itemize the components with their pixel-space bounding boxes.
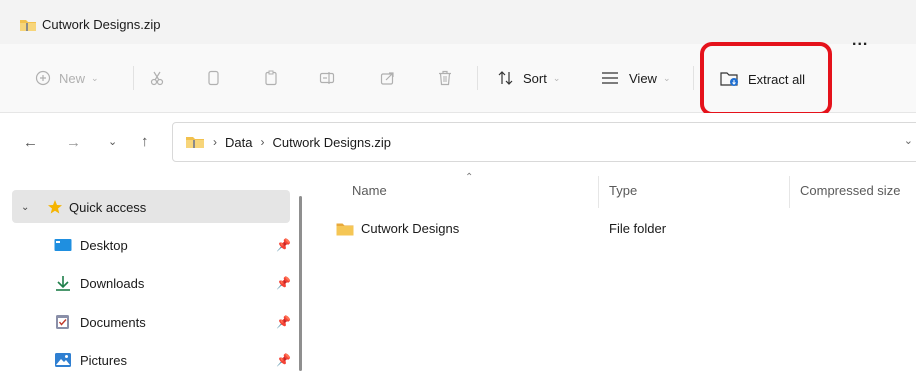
- rename-icon: [319, 72, 335, 84]
- title-bar: Cutwork Designs.zip: [0, 0, 916, 44]
- file-list: [305, 170, 916, 371]
- column-header-type[interactable]: Type: [609, 183, 637, 198]
- download-icon: [56, 276, 70, 291]
- new-label: New: [59, 70, 86, 86]
- recent-locations-chevron-icon[interactable]: ⌄: [108, 135, 117, 148]
- more-label: ...: [852, 32, 869, 49]
- sort-button[interactable]: Sort ⌄: [497, 44, 560, 112]
- more-options-button[interactable]: ...: [852, 32, 868, 50]
- expand-chevron-icon[interactable]: ⌄: [21, 202, 37, 213]
- chevron-down-icon: ⌄: [662, 72, 671, 83]
- sort-icon: [498, 71, 513, 85]
- window-title: Cutwork Designs.zip: [42, 17, 161, 32]
- file-type: File folder: [609, 221, 667, 236]
- copy-button[interactable]: [206, 44, 220, 112]
- up-arrow-icon[interactable]: ↑: [141, 133, 149, 150]
- pin-icon[interactable]: 📌: [276, 353, 291, 367]
- share-icon: [380, 72, 394, 85]
- column-divider[interactable]: [598, 176, 599, 208]
- pin-icon[interactable]: 📌: [276, 276, 291, 290]
- extract-all-button[interactable]: Extract all: [720, 46, 805, 112]
- view-button[interactable]: View ⌄: [601, 44, 671, 112]
- file-name: Cutwork Designs: [361, 221, 460, 236]
- divider: [133, 66, 134, 90]
- column-header-compressed-size[interactable]: Compressed size: [800, 183, 900, 198]
- desktop-icon: [54, 239, 72, 251]
- table-row[interactable]: Cutwork Designs: [336, 221, 459, 236]
- sort-label: Sort: [523, 70, 547, 86]
- view-list-icon: [602, 72, 618, 84]
- forward-arrow-icon[interactable]: →: [66, 134, 81, 151]
- divider: [693, 66, 694, 90]
- folder-icon: [336, 223, 354, 235]
- zip-folder-icon: [20, 20, 36, 31]
- view-label: View: [629, 70, 657, 86]
- sidebar-item-documents[interactable]: Documents: [54, 312, 146, 332]
- breadcrumb-chevron-icon: ›: [213, 135, 217, 149]
- sidebar-scrollbar[interactable]: [299, 196, 302, 371]
- chevron-down-icon: ⌄: [552, 72, 561, 83]
- sidebar-item-desktop[interactable]: Desktop: [54, 235, 128, 255]
- sidebar-item-label: Pictures: [80, 352, 127, 368]
- copy-icon: [208, 70, 219, 86]
- column-divider[interactable]: [789, 176, 790, 208]
- rename-button[interactable]: [319, 44, 335, 112]
- divider: [477, 66, 478, 90]
- clipboard-icon: [265, 70, 277, 86]
- pin-icon[interactable]: 📌: [276, 315, 291, 329]
- trash-icon: [439, 70, 451, 86]
- extract-all-label: Extract all: [748, 71, 806, 87]
- plus-circle-icon: [35, 70, 51, 86]
- zip-folder-icon: [186, 137, 204, 148]
- breadcrumb-data[interactable]: Data: [225, 135, 252, 150]
- cut-button[interactable]: [149, 44, 165, 112]
- extract-folder-icon: [720, 72, 738, 86]
- delete-button[interactable]: [438, 44, 452, 112]
- sidebar-item-label: Documents: [80, 314, 146, 330]
- sort-ascending-icon: ⌃: [465, 172, 474, 183]
- share-button[interactable]: [380, 44, 396, 112]
- back-arrow-icon[interactable]: ←: [23, 134, 38, 151]
- sidebar-item-downloads[interactable]: Downloads: [54, 273, 144, 293]
- paste-button[interactable]: [264, 44, 278, 112]
- address-bar[interactable]: › Data › Cutwork Designs.zip ⌄: [172, 122, 916, 162]
- address-dropdown-chevron-icon[interactable]: ⌄: [904, 134, 913, 147]
- sidebar-item-label: Desktop: [80, 237, 128, 253]
- new-button[interactable]: New ⌄: [35, 44, 99, 112]
- sidebar-item-quick-access[interactable]: ⌄ Quick access: [21, 197, 146, 217]
- documents-icon: [56, 315, 69, 329]
- column-header-name[interactable]: Name: [352, 183, 387, 198]
- breadcrumb-current[interactable]: Cutwork Designs.zip: [272, 135, 391, 150]
- scissors-icon: [150, 71, 164, 86]
- breadcrumb-chevron-icon: ›: [260, 135, 265, 149]
- sidebar-item-label: Quick access: [69, 199, 147, 215]
- star-icon: [48, 200, 62, 214]
- sidebar-item-pictures[interactable]: Pictures: [54, 350, 127, 370]
- pin-icon[interactable]: 📌: [276, 238, 291, 252]
- extract-all-highlight: Extract all: [700, 42, 832, 116]
- pictures-icon: [55, 353, 71, 367]
- sidebar-item-label: Downloads: [80, 275, 145, 291]
- chevron-down-icon: ⌄: [91, 72, 99, 83]
